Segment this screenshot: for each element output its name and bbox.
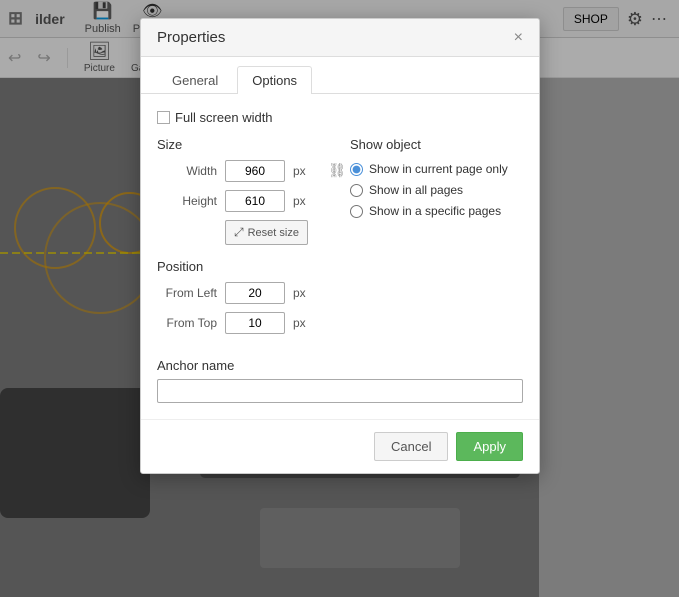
apply-button[interactable]: Apply xyxy=(456,432,523,461)
height-label: Height xyxy=(157,194,217,208)
height-input[interactable] xyxy=(225,190,285,212)
radio-all-pages-input[interactable] xyxy=(350,184,363,197)
dialog-close-button[interactable]: × xyxy=(514,30,523,46)
full-screen-checkbox[interactable] xyxy=(157,111,170,124)
anchor-input[interactable] xyxy=(157,379,523,403)
radio-specific-pages-label: Show in a specific pages xyxy=(369,204,501,218)
from-top-input[interactable] xyxy=(225,312,285,334)
full-screen-row: Full screen width xyxy=(157,110,523,125)
show-object-title: Show object xyxy=(350,137,523,152)
width-input[interactable] xyxy=(225,160,285,182)
from-top-row: From Top px xyxy=(157,312,330,334)
reset-icon: ⤢ xyxy=(234,225,244,240)
radio-specific-pages-input[interactable] xyxy=(350,205,363,218)
left-column: Size Width px ⛓ Height px ⤢ xyxy=(157,137,330,342)
width-label: Width xyxy=(157,164,217,178)
radio-all-pages-label: Show in all pages xyxy=(369,183,463,197)
position-label: Position xyxy=(157,259,330,274)
from-top-px: px xyxy=(293,316,306,330)
radio-all-pages: Show in all pages xyxy=(350,183,523,197)
anchor-section: Anchor name xyxy=(157,358,523,403)
from-left-input[interactable] xyxy=(225,282,285,304)
size-label: Size xyxy=(157,137,330,152)
cancel-button[interactable]: Cancel xyxy=(374,432,448,461)
anchor-label: Anchor name xyxy=(157,358,523,373)
from-top-label: From Top xyxy=(157,316,217,330)
radio-current-page-input[interactable] xyxy=(350,163,363,176)
dialog-title: Properties xyxy=(157,29,225,46)
height-row: Height px xyxy=(157,190,330,212)
full-screen-text: Full screen width xyxy=(175,110,273,125)
radio-current-page-label: Show in current page only xyxy=(369,162,508,176)
dialog-footer: Cancel Apply xyxy=(141,419,539,473)
two-column-layout: Size Width px ⛓ Height px ⤢ xyxy=(157,137,523,342)
reset-label: Reset size xyxy=(248,227,299,239)
radio-specific-pages: Show in a specific pages xyxy=(350,204,523,218)
width-px: px xyxy=(293,164,306,178)
position-section: Position From Left px From Top px xyxy=(157,259,330,334)
dialog-header: Properties × xyxy=(141,19,539,57)
height-px: px xyxy=(293,194,306,208)
tab-general[interactable]: General xyxy=(157,66,233,94)
tab-options[interactable]: Options xyxy=(237,66,312,94)
reset-size-button[interactable]: ⤢ Reset size xyxy=(225,220,308,245)
properties-dialog: Properties × General Options Full screen… xyxy=(140,18,540,474)
radio-current-page: Show in current page only xyxy=(350,162,523,176)
width-row: Width px ⛓ xyxy=(157,160,330,182)
dialog-body: Full screen width Size Width px ⛓ Height xyxy=(141,94,539,419)
from-left-px: px xyxy=(293,286,306,300)
full-screen-checkbox-label[interactable]: Full screen width xyxy=(157,110,273,125)
from-left-row: From Left px xyxy=(157,282,330,304)
show-object-section: Show object Show in current page only Sh… xyxy=(350,137,523,218)
link-icon: ⛓ xyxy=(328,162,346,179)
dialog-tabs: General Options xyxy=(141,57,539,94)
from-left-label: From Left xyxy=(157,286,217,300)
right-column: Show object Show in current page only Sh… xyxy=(350,137,523,342)
